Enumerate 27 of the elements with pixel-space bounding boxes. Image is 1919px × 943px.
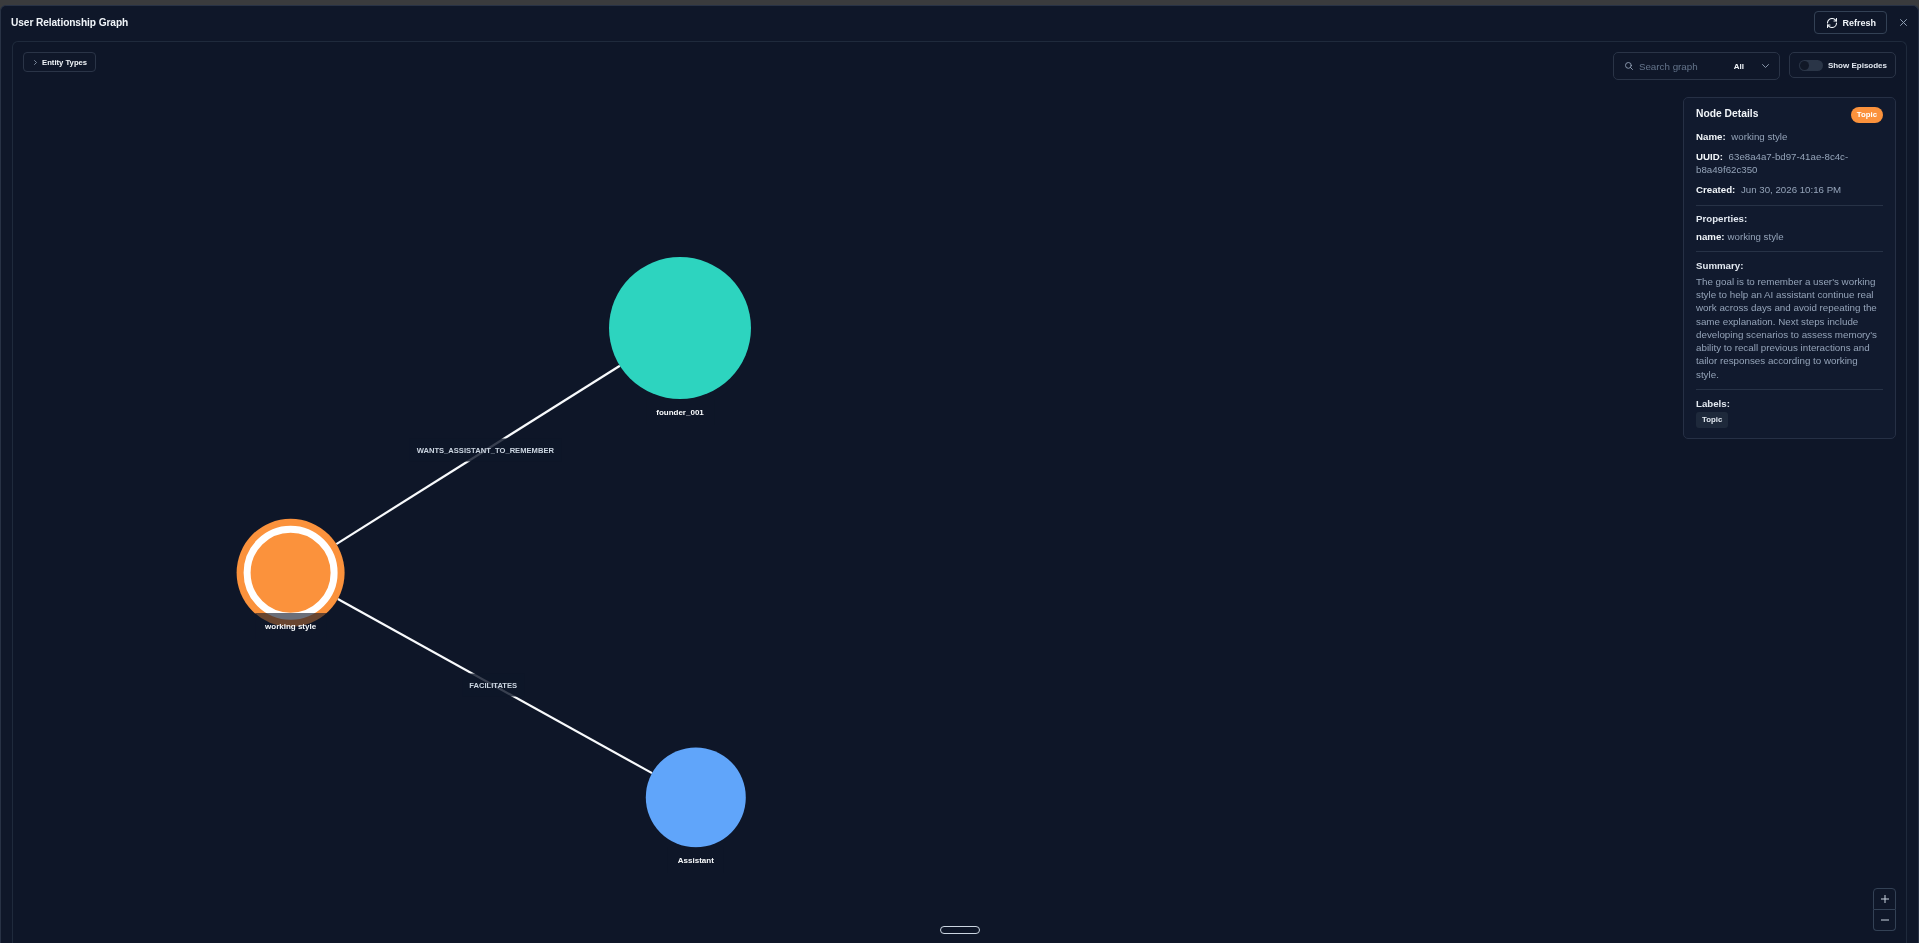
- detail-field: Name: working style: [1696, 130, 1883, 144]
- plus-icon: [1880, 895, 1889, 903]
- toggle-switch[interactable]: [1798, 59, 1823, 71]
- summary-text: The goal is to remember a user's working style to help an AI assistant continue real work across days and avoid repeating the same explanation. Next steps include developing scenarios to assess memory's ability to recall previous interactions and tailor responses according to working style.: [1696, 274, 1879, 381]
- chevron-icon: [34, 59, 37, 65]
- show-episodes-button[interactable]: Show Episodes: [1788, 52, 1896, 78]
- graph-node[interactable]: [645, 747, 746, 848]
- filter-dropdown[interactable]: All: [1731, 61, 1771, 71]
- minus-icon: [1880, 919, 1889, 921]
- graph-node[interactable]: [609, 257, 751, 399]
- zoom-in-button[interactable]: [1873, 888, 1896, 910]
- section-heading: Labels:: [1696, 396, 1731, 410]
- window-title: User Relationship Graph: [11, 17, 129, 28]
- close-icon: [1900, 19, 1907, 26]
- panel-title: Node Details: [1696, 108, 1759, 119]
- close-button[interactable]: [1900, 19, 1907, 26]
- refresh-icon: [1827, 17, 1838, 28]
- search-icon: [1624, 62, 1633, 70]
- zoom-out-button[interactable]: [1873, 910, 1896, 931]
- section-heading: Summary:: [1696, 258, 1745, 272]
- search-field[interactable]: Search graph: [1638, 60, 1719, 72]
- detail-field: UUID: 63e8a4a7-bd97-41ae-8c4c-b8a49f62c350: [1696, 150, 1883, 177]
- section-heading: Properties:: [1696, 212, 1749, 226]
- refresh-button[interactable]: Refresh: [1814, 11, 1887, 34]
- detail-field: Created: Jun 30, 2026 10:16 PM: [1696, 183, 1883, 197]
- chevron-down-icon: [1761, 64, 1769, 68]
- property-field: name: working style: [1696, 229, 1883, 244]
